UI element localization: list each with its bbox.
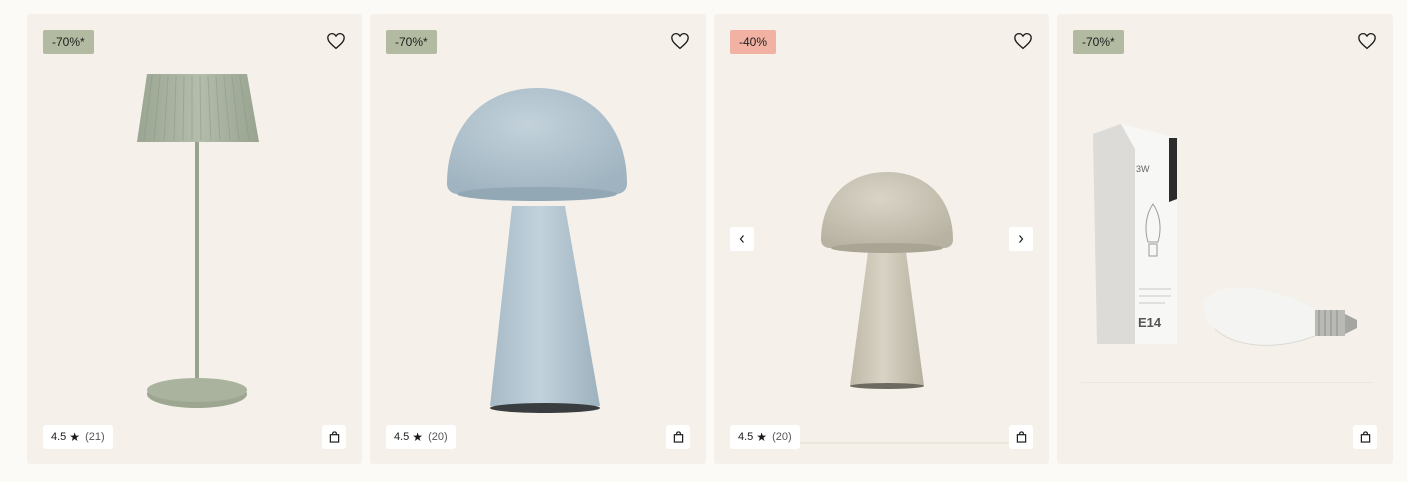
led-bulb-image[interactable]: 3W E14: [1057, 14, 1393, 464]
review-count: (21): [85, 431, 105, 443]
shopping-bag-icon: [329, 431, 339, 443]
review-count: (20): [428, 431, 448, 443]
add-to-cart-button[interactable]: [322, 425, 346, 449]
rating-value: 4.5: [51, 431, 67, 443]
rating-pill: 4.5 ★ (21): [43, 425, 113, 449]
shopping-bag-icon: [1360, 431, 1370, 443]
mushroom-lamp-blue-image[interactable]: [370, 14, 706, 464]
box-socket: E14: [1138, 315, 1162, 330]
shopping-bag-icon: [673, 431, 683, 443]
product-card[interactable]: 3W E14 -70%*: [1057, 14, 1393, 464]
add-to-cart-button[interactable]: [666, 425, 690, 449]
discount-badge: -40%: [730, 30, 777, 54]
star-icon: ★: [69, 430, 81, 444]
add-to-cart-button[interactable]: [1353, 425, 1377, 449]
discount-badge: -70%*: [1073, 30, 1124, 54]
star-icon: ★: [756, 430, 768, 444]
next-image-button[interactable]: [1009, 227, 1033, 251]
wishlist-button[interactable]: [324, 29, 348, 53]
box-wattage: 3W: [1136, 164, 1150, 174]
mushroom-lamp-beige-image[interactable]: [714, 14, 1049, 464]
shopping-bag-icon: [1016, 431, 1026, 443]
heart-icon: [671, 32, 689, 50]
product-grid: -70%* 4.5 ★ (21) -70%* 4.5 ★ (20) -40% 4…: [0, 0, 1407, 482]
rating-pill: 4.5 ★ (20): [386, 425, 456, 449]
prev-image-button[interactable]: [730, 227, 754, 251]
heart-icon: [1014, 32, 1032, 50]
chevron-left-icon: [739, 235, 744, 243]
product-card[interactable]: -70%* 4.5 ★ (21): [27, 14, 362, 464]
divider: [1081, 382, 1373, 383]
heart-icon: [327, 32, 345, 50]
discount-badge: -70%*: [386, 30, 437, 54]
rating-value: 4.5: [738, 431, 754, 443]
product-card[interactable]: -70%* 4.5 ★ (20): [370, 14, 706, 464]
product-card[interactable]: -40% 4.5 ★ (20): [714, 14, 1049, 464]
star-icon: ★: [412, 430, 424, 444]
discount-badge: -70%*: [43, 30, 94, 54]
rating-value: 4.5: [394, 431, 410, 443]
add-to-cart-button[interactable]: [1009, 425, 1033, 449]
wishlist-button[interactable]: [668, 29, 692, 53]
rating-pill: 4.5 ★ (20): [730, 425, 800, 449]
wishlist-button[interactable]: [1011, 29, 1035, 53]
floor-lamp-image[interactable]: [27, 14, 362, 464]
heart-icon: [1358, 32, 1376, 50]
wishlist-button[interactable]: [1355, 29, 1379, 53]
chevron-right-icon: [1019, 235, 1024, 243]
review-count: (20): [772, 431, 792, 443]
image-carousel-track: [794, 442, 1009, 444]
